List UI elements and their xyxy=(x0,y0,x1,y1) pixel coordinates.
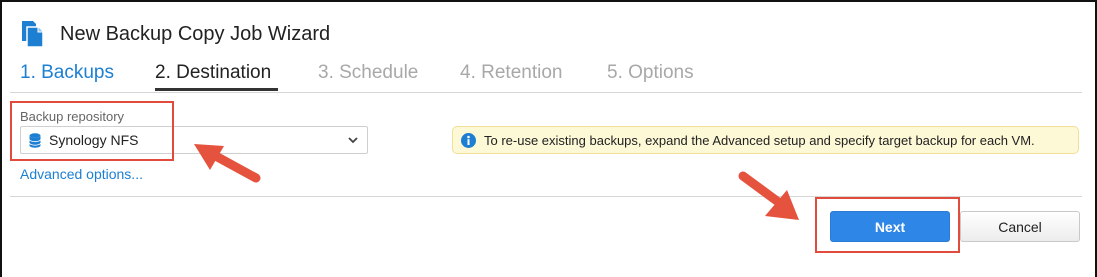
cancel-button[interactable]: Cancel xyxy=(960,211,1080,242)
arrow-left-icon xyxy=(194,144,261,183)
chevron-down-icon xyxy=(348,137,358,144)
advanced-options-link[interactable]: Advanced options... xyxy=(20,166,143,182)
step-schedule[interactable]: 3. Schedule xyxy=(318,62,418,84)
active-step-underline xyxy=(155,88,278,91)
repository-highlight-box xyxy=(10,101,174,161)
wizard-title: New Backup Copy Job Wizard xyxy=(60,22,331,45)
header-divider xyxy=(10,92,1082,93)
wizard-header: New Backup Copy Job Wizard xyxy=(20,18,330,50)
next-highlight-box xyxy=(815,197,960,253)
info-banner: To re-use existing backups, expand the A… xyxy=(452,126,1079,154)
info-text: To re-use existing backups, expand the A… xyxy=(484,132,1035,148)
document-copy-icon xyxy=(22,21,44,48)
window-left-border xyxy=(0,0,2,277)
step-destination[interactable]: 2. Destination xyxy=(155,62,271,84)
step-backups[interactable]: 1. Backups xyxy=(20,62,114,84)
arrow-down-right-icon xyxy=(738,171,799,220)
step-options[interactable]: 5. Options xyxy=(607,62,694,84)
info-icon xyxy=(461,132,476,148)
step-retention[interactable]: 4. Retention xyxy=(460,62,562,84)
window-top-border xyxy=(0,0,1097,2)
